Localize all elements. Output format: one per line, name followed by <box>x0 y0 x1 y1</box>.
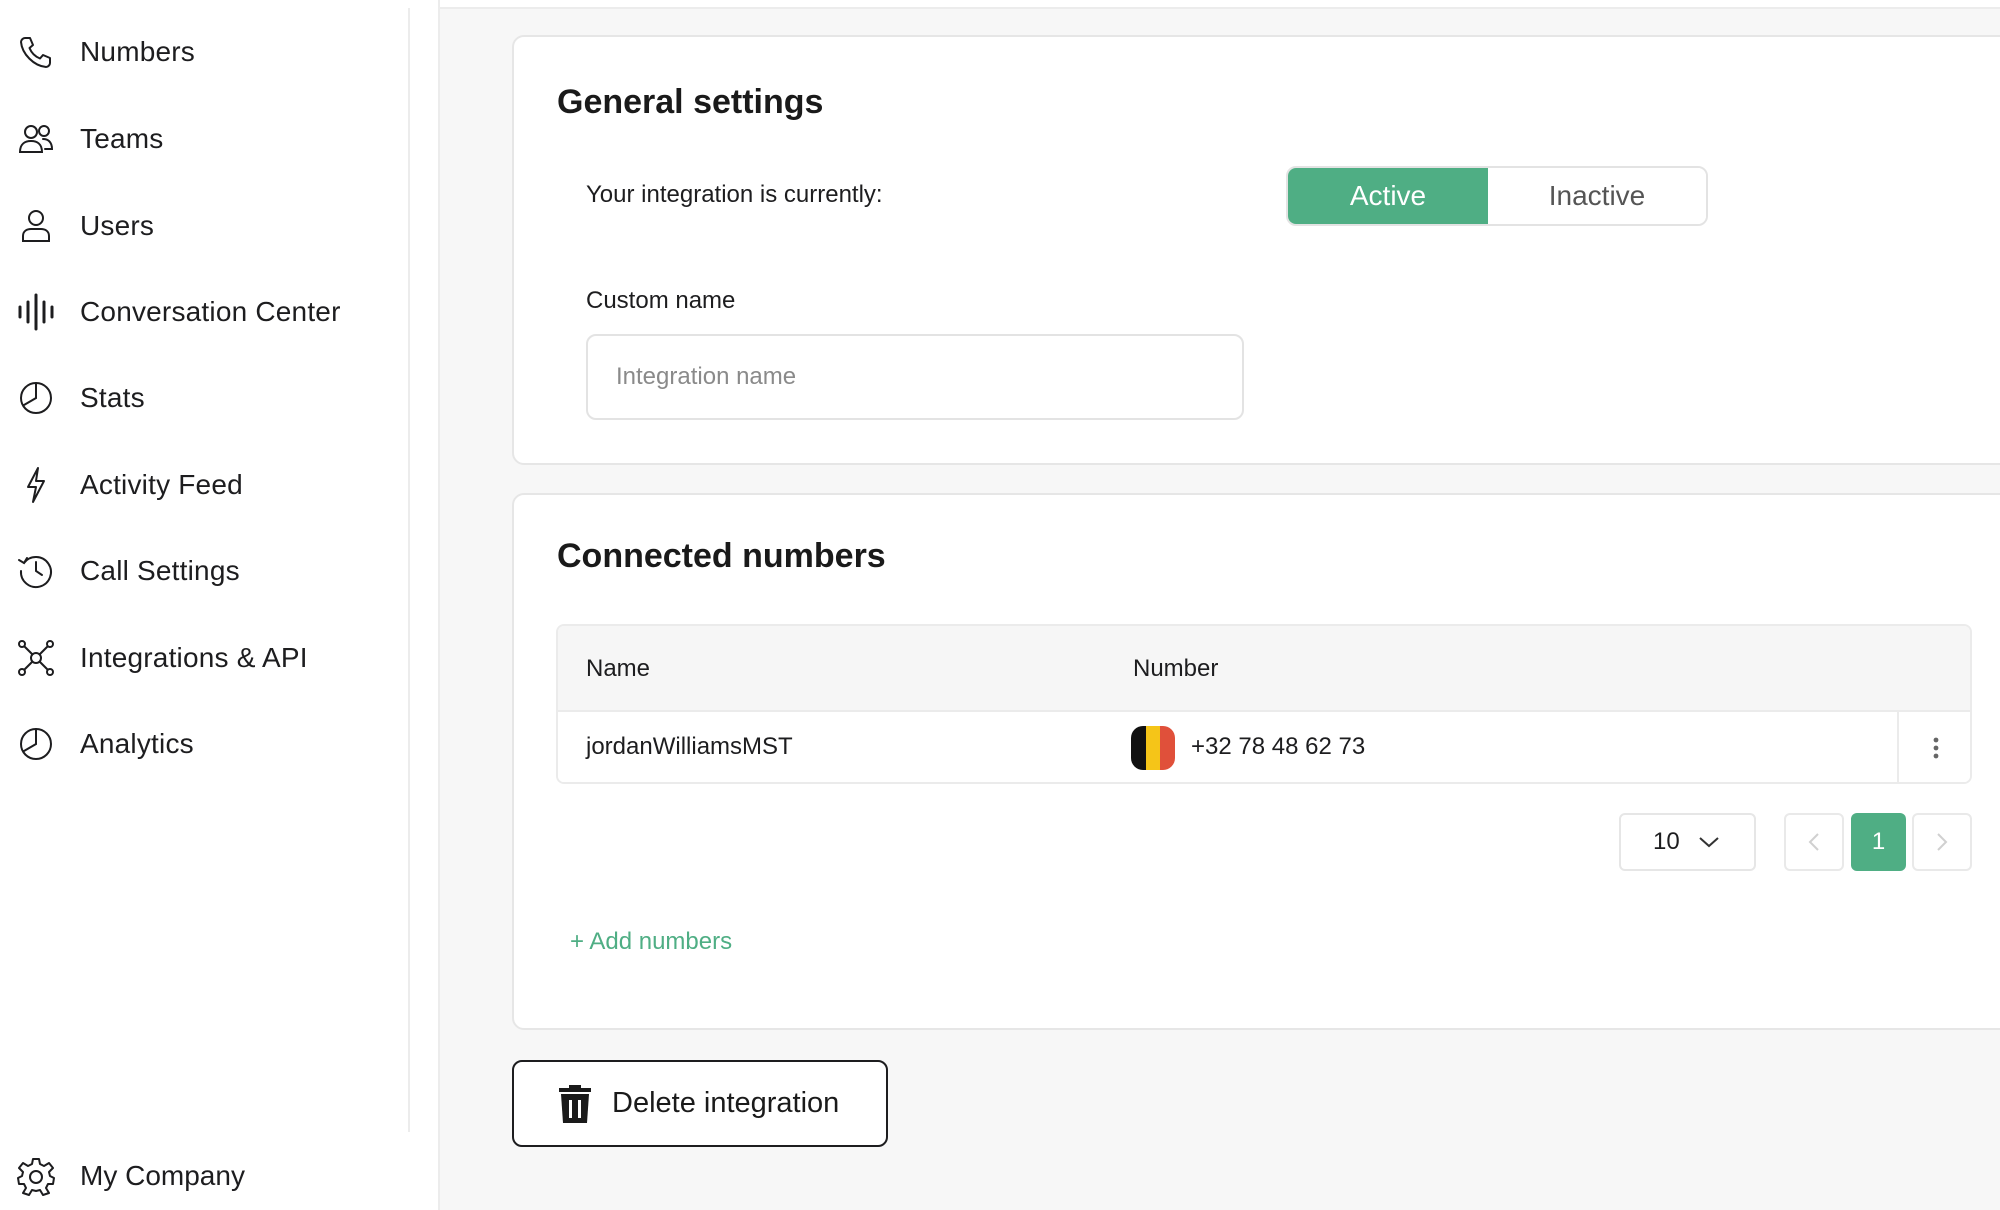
pie-chart-icon <box>14 376 58 420</box>
sidebar-item-conversation-center[interactable]: Conversation Center <box>14 282 394 342</box>
top-bar <box>440 0 2000 9</box>
sidebar-divider <box>408 8 410 1132</box>
kebab-menu-icon <box>1933 737 1938 759</box>
custom-name-label: Custom name <box>586 287 736 314</box>
connected-numbers-title: Connected numbers <box>557 537 886 575</box>
status-toggle-inactive[interactable]: Inactive <box>1488 168 1706 224</box>
network-icon <box>14 636 58 680</box>
table-row[interactable]: jordanWilliamsMST +32 78 48 62 73 <box>558 712 1970 782</box>
next-page-button[interactable] <box>1912 813 1972 871</box>
trash-icon <box>559 1084 591 1123</box>
sidebar-item-teams[interactable]: Teams <box>14 109 394 169</box>
row-name: jordanWilliamsMST <box>586 733 793 760</box>
chevron-left-icon <box>1808 833 1819 851</box>
chevron-down-icon <box>1699 837 1719 848</box>
delete-integration-button[interactable]: Delete integration <box>512 1060 888 1147</box>
table-header: Name Number <box>558 626 1970 712</box>
sidebar-item-numbers[interactable]: Numbers <box>14 22 394 82</box>
sidebar-item-label: Users <box>80 210 155 241</box>
sidebar-item-activity-feed[interactable]: Activity Feed <box>14 455 394 515</box>
delete-integration-label: Delete integration <box>612 1087 840 1119</box>
numbers-table: Name Number jordanWilliamsMST +32 78 48 … <box>556 624 1972 784</box>
sidebar-item-stats[interactable]: Stats <box>14 368 394 428</box>
status-toggle: Active Inactive <box>1286 166 1708 226</box>
team-icon <box>14 117 58 161</box>
add-numbers-link[interactable]: + Add numbers <box>570 928 732 956</box>
page-size-select[interactable]: 10 <box>1619 813 1756 871</box>
general-settings-card: General settings Your integration is cur… <box>512 35 2000 465</box>
sidebar-item-integrations-api[interactable]: Integrations & API <box>14 628 394 688</box>
column-header-name: Name <box>586 655 651 682</box>
custom-name-input[interactable] <box>586 334 1244 420</box>
sidebar-item-call-settings[interactable]: Call Settings <box>14 541 394 601</box>
sidebar-item-label: Numbers <box>80 36 195 67</box>
sidebar-item-label: Call Settings <box>80 555 240 586</box>
page-button-current[interactable]: 1 <box>1851 813 1906 871</box>
sidebar-edge <box>438 0 440 1210</box>
sidebar-item-label: Activity Feed <box>80 469 243 500</box>
sidebar-item-label: Integrations & API <box>80 642 308 673</box>
sidebar-item-label: Teams <box>80 123 164 154</box>
previous-page-button[interactable] <box>1784 813 1844 871</box>
user-icon <box>14 204 58 248</box>
sidebar-item-analytics[interactable]: Analytics <box>14 714 394 774</box>
chevron-right-icon <box>1937 833 1948 851</box>
column-header-number: Number <box>1133 655 1219 682</box>
connected-numbers-card: Connected numbers Name Number jordanWill… <box>512 493 2000 1030</box>
pie-chart-icon <box>14 722 58 766</box>
sidebar-item-users[interactable]: Users <box>14 196 394 256</box>
lightning-icon <box>14 463 58 507</box>
integration-status-label: Your integration is currently: <box>586 181 883 208</box>
sidebar-item-label: My Company <box>80 1160 245 1191</box>
phone-icon <box>14 30 58 74</box>
sidebar-item-label: Conversation Center <box>80 296 341 327</box>
sidebar-item-label: Stats <box>80 382 145 413</box>
sidebar: Numbers Teams Users Conversation Center … <box>0 0 439 1210</box>
gear-icon <box>14 1154 58 1198</box>
sidebar-item-my-company[interactable]: My Company <box>14 1146 394 1206</box>
waveform-icon <box>14 290 58 334</box>
page-size-value: 10 <box>1653 828 1680 855</box>
sidebar-item-label: Analytics <box>80 728 194 759</box>
general-settings-title: General settings <box>557 83 824 121</box>
history-icon <box>14 549 58 593</box>
belgium-flag-icon <box>1131 726 1175 770</box>
row-menu-button[interactable] <box>1899 712 1970 782</box>
row-number: +32 78 48 62 73 <box>1191 733 1366 760</box>
status-toggle-active[interactable]: Active <box>1288 168 1488 224</box>
